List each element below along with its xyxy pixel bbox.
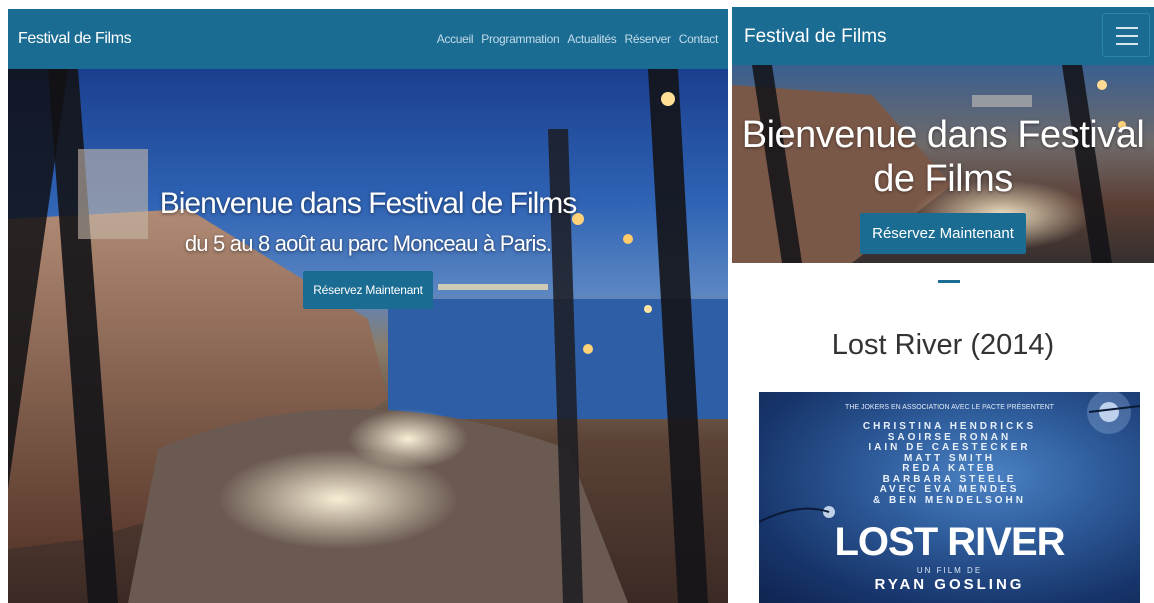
- hero-title: Bienvenue dans Festival de Films: [741, 114, 1145, 200]
- hero-image: Bienvenue dans Festival de Films Réserve…: [732, 65, 1154, 263]
- hero-content: Bienvenue dans Festival de Films Réserve…: [732, 113, 1154, 254]
- hero-image: Bienvenue dans Festival de Films du 5 au…: [8, 69, 728, 603]
- hero-subtitle: du 5 au 8 août au parc Monceau à Paris.: [184, 231, 552, 256]
- desktop-view: Festival de Films Accueil Programmation …: [8, 9, 728, 603]
- cast-member: CHRISTINA HENDRICKS: [862, 421, 1037, 432]
- section-divider: [938, 280, 960, 283]
- nav-link-accueil[interactable]: Accueil: [437, 32, 474, 46]
- nav-link-actualites[interactable]: Actualités: [567, 32, 616, 46]
- nav-link-contact[interactable]: Contact: [679, 32, 719, 46]
- navbar-brand[interactable]: Festival de Films: [744, 26, 887, 48]
- hamburger-menu-icon[interactable]: [1102, 13, 1150, 57]
- hero-content: Bienvenue dans Festival de Films du 5 au…: [8, 187, 728, 309]
- poster-title: LOST RIVER: [834, 520, 1065, 564]
- navbar-menu: Accueil Programmation Actualités Réserve…: [437, 32, 719, 46]
- cast-member: REDA KATEB: [902, 463, 997, 474]
- cast-member: AVEC EVA MENDES: [879, 484, 1020, 495]
- poster-film-by: UN FILM DE: [916, 566, 983, 575]
- movie-title: Lost River (2014): [831, 329, 1055, 361]
- cast-member: IAIN DE CAESTECKER: [868, 442, 1031, 453]
- reserve-button[interactable]: Réservez Maintenant: [303, 271, 433, 309]
- poster-presenters: THE JOKERS EN ASSOCIATION AVEC LE PACTE …: [845, 404, 1054, 411]
- movie-poster[interactable]: THE JOKERS EN ASSOCIATION AVEC LE PACTE …: [759, 392, 1140, 603]
- mobile-navbar: Festival de Films: [732, 7, 1154, 65]
- poster-director: RYAN GOSLING: [874, 576, 1025, 593]
- navbar-brand[interactable]: Festival de Films: [18, 30, 132, 48]
- desktop-navbar: Festival de Films Accueil Programmation …: [8, 9, 728, 69]
- nav-link-programmation[interactable]: Programmation: [481, 32, 559, 46]
- poster-cast: CHRISTINA HENDRICKS SAOIRSE RONAN IAIN D…: [759, 421, 1140, 506]
- cast-member: & BEN MENDELSOHN: [872, 494, 1026, 506]
- mobile-view: Festival de Films Bienvenue dans Festiva…: [732, 7, 1154, 603]
- hero-title: Bienvenue dans Festival de Films: [159, 187, 578, 220]
- festival-stage-photo: [8, 69, 728, 603]
- nav-link-reserver[interactable]: Réserver: [624, 32, 671, 46]
- reserve-button[interactable]: Réservez Maintenant: [860, 213, 1026, 254]
